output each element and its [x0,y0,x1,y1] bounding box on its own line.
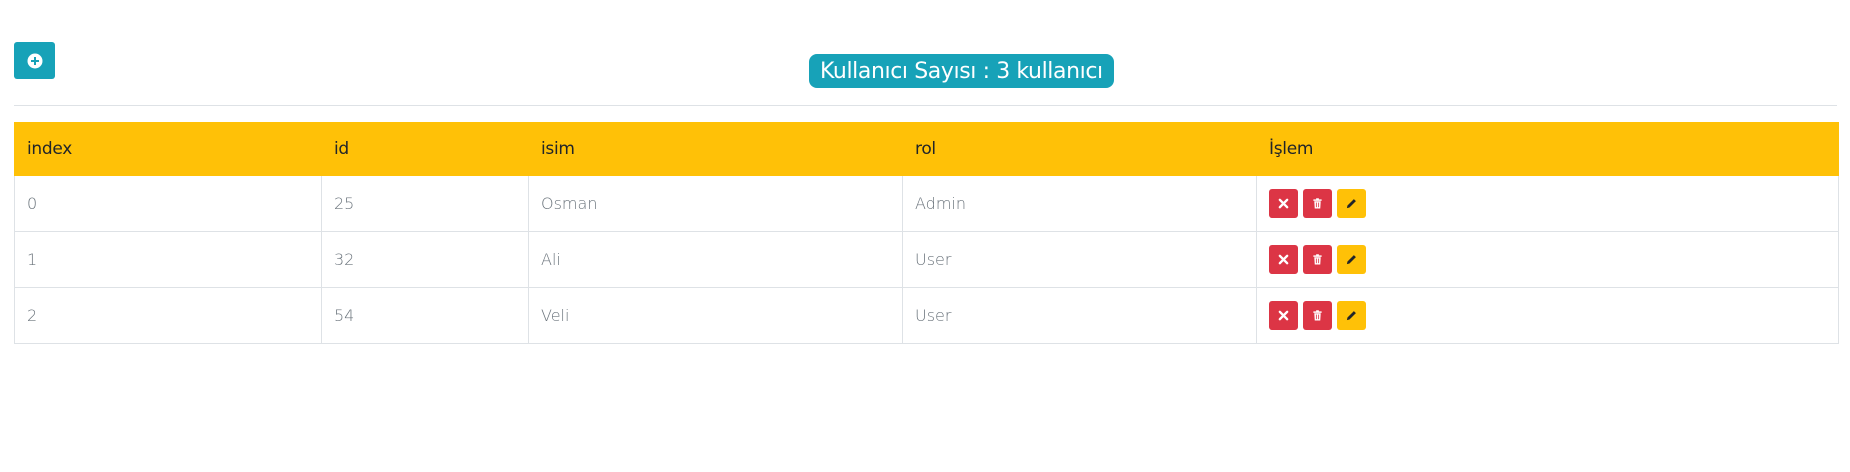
cell-role: User [902,287,1257,344]
users-table: index id isim rol İşlem 0 25 Osman Admin [14,122,1839,344]
cell-index: 1 [14,231,322,288]
cell-name: Osman [528,175,903,232]
table-header-row: index id isim rol İşlem [14,122,1839,176]
trash-icon [1313,198,1322,209]
times-icon [1278,198,1289,209]
edit-button[interactable] [1337,189,1366,218]
user-count-badge: Kullanıcı Sayısı : 3 kullanıcı [809,54,1114,88]
cancel-button[interactable] [1269,189,1298,218]
delete-button[interactable] [1303,189,1332,218]
cell-index: 2 [14,287,322,344]
page: Kullanıcı Sayısı : 3 kullanıcı index id … [0,0,1850,472]
cell-actions [1256,231,1839,288]
add-user-button[interactable] [14,42,55,79]
plus-circle-icon [27,53,42,68]
table-row: 0 25 Osman Admin [14,175,1839,232]
pencil-icon [1346,199,1356,209]
times-icon [1278,310,1289,321]
cancel-button[interactable] [1269,245,1298,274]
column-header-name: isim [528,122,903,176]
cell-actions [1256,287,1839,344]
table-row: 2 54 Veli User [14,287,1839,344]
cell-id: 25 [321,175,529,232]
cell-index: 0 [14,175,322,232]
cell-role: Admin [902,175,1257,232]
cell-name: Ali [528,231,903,288]
edit-button[interactable] [1337,301,1366,330]
column-header-id: id [321,122,529,176]
cell-role: User [902,231,1257,288]
pencil-icon [1346,311,1356,321]
edit-button[interactable] [1337,245,1366,274]
pencil-icon [1346,255,1356,265]
table-row: 1 32 Ali User [14,231,1839,288]
column-header-index: index [14,122,322,176]
trash-icon [1313,310,1322,321]
column-header-actions: İşlem [1256,122,1839,176]
trash-icon [1313,254,1322,265]
cell-id: 32 [321,231,529,288]
divider [14,105,1837,106]
cell-actions [1256,175,1839,232]
delete-button[interactable] [1303,245,1332,274]
delete-button[interactable] [1303,301,1332,330]
cell-name: Veli [528,287,903,344]
cancel-button[interactable] [1269,301,1298,330]
column-header-role: rol [902,122,1257,176]
cell-id: 54 [321,287,529,344]
times-icon [1278,254,1289,265]
